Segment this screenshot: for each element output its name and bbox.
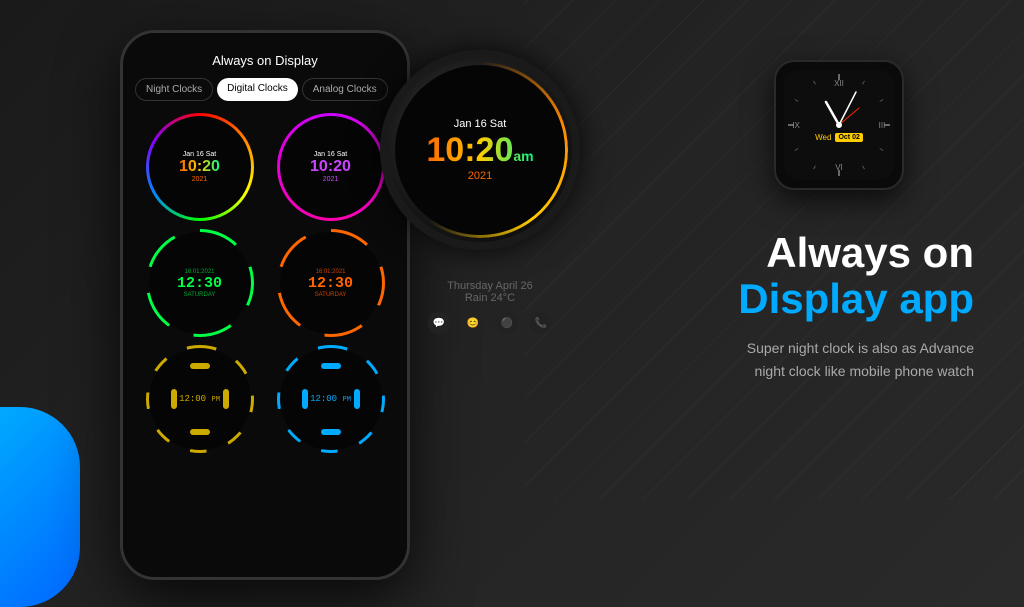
clock-face-5: 12:00 PM (149, 348, 251, 450)
clock4-time: 12:30 (308, 275, 353, 292)
deco-right-blue (354, 389, 360, 409)
tabs-container: Night Clocks Digital Clocks Analog Clock… (133, 78, 397, 101)
large-clock-date: Jan 16 Sat (454, 118, 507, 130)
deco-bottom-blue (321, 429, 341, 435)
clock-face-2: Jan 16 Sat 10:20 2021 (280, 116, 382, 218)
svg-text:XII: XII (834, 79, 844, 88)
analog-clock-widget: // Will be rendered via inline SVG ticks… (774, 60, 904, 190)
deco-top-blue (321, 363, 341, 369)
chat-icon: 💬 (428, 312, 450, 334)
clock1-year: 2021 (192, 176, 208, 183)
deco-bottom-yellow (190, 429, 210, 435)
weather-condition: Rain 24°C (380, 292, 600, 304)
analog-face: // Will be rendered via inline SVG ticks… (784, 70, 894, 180)
clock-item-5[interactable]: 12:00 PM (138, 345, 261, 453)
right-text-section: Always on Display app Super night clock … (574, 230, 974, 382)
clock-border-6: 12:00 PM (277, 345, 385, 453)
clock-item-6[interactable]: 12:00 PM (269, 345, 392, 453)
phone-icon: 📞 (530, 312, 552, 334)
svg-text:III: III (879, 121, 886, 130)
clocks-grid: Jan 16 Sat 10:20 2021 Jan 16 Sat 10:20 2… (133, 113, 397, 453)
deco-top-yellow (190, 363, 210, 369)
large-clock-time: 10:20am (426, 133, 533, 167)
clock-item-3[interactable]: 16:01:2021 12:30 SATURDAY (138, 229, 261, 337)
deco-left-yellow (171, 389, 177, 409)
tab-digital-clocks[interactable]: Digital Clocks (217, 78, 298, 101)
clock2-time: 10:20 (310, 159, 351, 175)
circle-icon: ⚫ (496, 312, 518, 334)
deco-left-blue (302, 389, 308, 409)
clock1-time: 10:20 (179, 159, 220, 175)
clock6-time: 12:00 PM (310, 394, 351, 404)
clock-border-4: 16:01:2021 12:30 SATURDAY (277, 229, 385, 337)
weather-date: Thursday April 26 (380, 280, 600, 292)
svg-text:VI: VI (835, 163, 843, 172)
title-line1: Always on (574, 230, 974, 276)
clock-border-3: 16:01:2021 12:30 SATURDAY (146, 229, 254, 337)
clock3-day: SATURDAY (184, 292, 216, 298)
large-clock-face: Jan 16 Sat 10:20am 2021 (395, 65, 565, 235)
phone-mockup: Always on Display Night Clocks Digital C… (120, 30, 410, 580)
clock-item-2[interactable]: Jan 16 Sat 10:20 2021 (269, 113, 392, 221)
clock2-year: 2021 (323, 176, 339, 183)
clock-face-3: 16:01:2021 12:30 SATURDAY (149, 232, 251, 334)
weather-bar: Thursday April 26 Rain 24°C 💬 😊 ⚫ 📞 (380, 280, 600, 334)
clock-face-6: 12:00 PM (280, 348, 382, 450)
clock4-day: SATURDAY (315, 292, 347, 298)
tab-analog-clocks[interactable]: Analog Clocks (302, 78, 388, 101)
blue-accent-decoration (0, 407, 80, 607)
analog-bezel: // Will be rendered via inline SVG ticks… (774, 60, 904, 190)
title-line2: Display app (574, 276, 974, 322)
clock-border-1: Jan 16 Sat 10:20 2021 (146, 113, 254, 221)
phone-header-title: Always on Display (133, 48, 397, 68)
clock-item-4[interactable]: 16:01:2021 12:30 SATURDAY (269, 229, 392, 337)
deco-right-yellow (223, 389, 229, 409)
tab-night-clocks[interactable]: Night Clocks (135, 78, 213, 101)
clock-face-4: 16:01:2021 12:30 SATURDAY (280, 232, 382, 334)
clock2-date: Jan 16 Sat (314, 151, 347, 158)
clock1-date: Jan 16 Sat (183, 151, 216, 158)
clock-border-2: Jan 16 Sat 10:20 2021 (277, 113, 385, 221)
svg-text:IX: IX (792, 121, 800, 130)
weather-icons-row: 💬 😊 ⚫ 📞 (380, 312, 600, 334)
phone-screen: Always on Display Night Clocks Digital C… (123, 33, 407, 577)
clock-border-5: 12:00 PM (146, 345, 254, 453)
app-description: Super night clock is also as Advancenigh… (574, 337, 974, 382)
clock3-time: 12:30 (177, 275, 222, 292)
face-icon: 😊 (462, 312, 484, 334)
clock-face-1: Jan 16 Sat 10:20 2021 (149, 116, 251, 218)
large-clock-bezel: Jan 16 Sat 10:20am 2021 (380, 50, 580, 250)
clock-item-1[interactable]: Jan 16 Sat 10:20 2021 (138, 113, 261, 221)
clock5-time: 12:00 PM (179, 394, 220, 404)
clock-tick-marks: // Will be rendered via inline SVG ticks… (784, 70, 894, 180)
large-clock-year: 2021 (468, 170, 492, 182)
